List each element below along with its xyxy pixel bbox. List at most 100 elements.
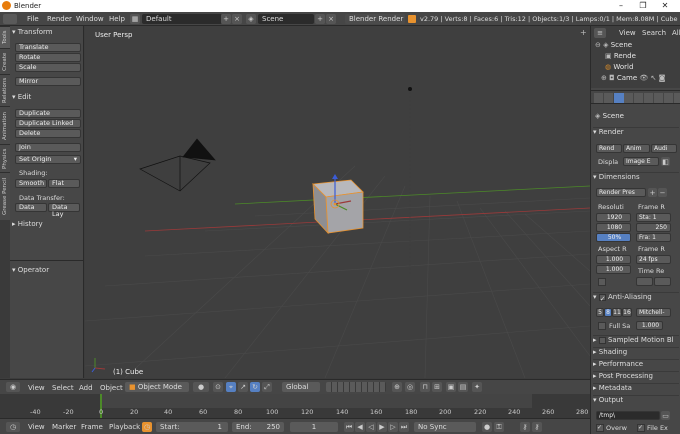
keying-set-icon[interactable]: ⚿ [494,422,504,432]
rotate-button[interactable]: Rotate [15,53,81,62]
cube-object[interactable] [312,174,364,235]
menu-file[interactable]: File [27,15,39,23]
render-engine-select[interactable]: Blender Render [345,14,405,24]
delete-key-icon[interactable]: ⚷ [532,422,542,432]
jump-start-icon[interactable]: ⏮ [344,422,354,432]
delete-button[interactable]: Delete [15,129,81,138]
pose-copy-icon[interactable]: ✦ [472,382,482,392]
property-context-tabs[interactable] [594,93,680,103]
tab-animation[interactable]: Animation [0,106,10,144]
snap-icon[interactable]: ⊓ [420,382,430,392]
mirror-button[interactable]: Mirror [15,77,81,86]
jump-key-forward-icon[interactable]: ▷ [388,422,398,432]
output-path-field[interactable]: /tmp\ [596,411,660,420]
scene-icon[interactable]: ◈ [246,14,256,24]
duplicate-button[interactable]: Duplicate [15,109,81,118]
motion-blur-checkbox[interactable] [598,336,606,344]
outliner-item-camera[interactable]: ⊕ ◘ Came 👁 ↖ ◙ [601,74,665,82]
scale-manip-icon[interactable]: ⤢ [262,382,272,392]
jump-end-icon[interactable]: ⏭ [399,422,409,432]
menu-frame[interactable]: Frame [81,423,103,431]
start-frame-field[interactable]: Start: 1 [156,422,228,432]
frame-start-field[interactable]: Sta: 1 [636,213,671,222]
menu-playback[interactable]: Playback [109,423,140,431]
delete-screen-icon[interactable]: × [232,14,242,24]
resolution-percent-field[interactable]: 50% [596,233,631,242]
aspect-y-field[interactable]: 1.000 [596,265,631,274]
rotate-manip-icon[interactable]: ↻ [250,382,260,392]
outliner-item-world[interactable]: ◍ World [605,63,633,71]
add-screen-icon[interactable]: + [221,14,231,24]
set-origin-select[interactable]: Set Origin ▾ [15,155,81,164]
opengl-anim-icon[interactable]: ▤ [458,382,468,392]
tab-grease-pencil[interactable]: Grease Pencil [0,172,10,220]
editor-type-3d-icon[interactable]: ◉ [6,382,20,392]
editor-type-icon[interactable] [3,14,17,24]
outliner-menu-search[interactable]: Search [642,29,666,37]
editor-type-timeline-icon[interactable]: ◷ [6,422,20,432]
remove-preset-icon[interactable]: − [658,188,667,197]
display-select[interactable]: Image E [623,157,659,166]
history-panel-header[interactable]: ▸ History [12,220,82,230]
menu-view-timeline[interactable]: View [28,423,45,431]
manipulator-icon[interactable]: ⌖ [226,382,236,392]
play-reverse-icon[interactable]: ◁ [366,422,376,432]
aa-samples-5[interactable]: 5 [596,308,604,317]
audio-button[interactable]: Audi [651,144,677,153]
menu-object[interactable]: Object [100,384,123,392]
sampled-motion-blur-section[interactable]: ▸ Sampled Motion Bl [593,335,679,346]
tab-relations[interactable]: Relations [0,74,10,106]
metadata-section[interactable]: ▸ Metadata [593,383,679,394]
fps-select[interactable]: 24 fps [636,255,671,264]
tab-create[interactable]: Create [0,48,10,74]
performance-section[interactable]: ▸ Performance [593,359,679,370]
add-region-icon[interactable]: + [580,28,588,37]
menu-window[interactable]: Window [76,15,104,23]
timeline-editor[interactable]: -40 -20 0 20 40 60 80 100 120 140 160 18… [0,394,590,418]
scale-button[interactable]: Scale [15,63,81,72]
anti-aliasing-checkbox[interactable]: ✓ [598,293,606,303]
shading-section[interactable]: ▸ Shading [593,347,679,358]
overwrite-checkbox[interactable]: ✓ [596,424,604,432]
filter-size-field[interactable]: 1.000 [636,321,663,330]
aa-samples-16[interactable]: 16 [622,308,632,317]
proportional-edit-icon[interactable]: ◎ [405,382,415,392]
aspect-x-field[interactable]: 1.000 [596,255,631,264]
mode-select[interactable]: ■ Object Mode [125,382,189,392]
close-button[interactable]: ✕ [654,0,676,12]
aa-samples-11[interactable]: 11 [612,308,622,317]
editor-type-outliner-icon[interactable]: ≡ [594,28,606,38]
flat-button[interactable]: Flat [48,179,80,188]
end-frame-field[interactable]: End: 250 [232,422,284,432]
translate-manip-icon[interactable]: ↗ [238,382,248,392]
join-button[interactable]: Join [15,143,81,152]
outliner-menu-all[interactable]: All [672,29,680,37]
data-button[interactable]: Data [15,203,47,212]
aa-filter-select[interactable]: Mitchell- [636,308,671,317]
operator-panel-header[interactable]: ▾ Operator [12,266,82,276]
pivot-icon[interactable]: ⊙ [213,382,223,392]
preview-range-icon[interactable]: ◷ [142,422,152,432]
tab-physics[interactable]: Physics [0,144,10,172]
current-frame-field[interactable]: 1 [290,422,338,432]
minimize-button[interactable]: – [610,0,632,12]
menu-select[interactable]: Select [52,384,74,392]
shading-mode-icon[interactable]: ● [193,382,209,392]
tab-tools[interactable]: Tools [0,26,10,48]
lock-interface-icon[interactable]: ◧ [661,157,670,166]
record-icon[interactable]: ● [482,422,492,432]
menu-render[interactable]: Render [47,15,72,23]
insert-key-icon[interactable]: ⚷ [520,422,530,432]
duplicate-linked-button[interactable]: Duplicate Linked [15,119,81,128]
menu-view[interactable]: View [28,384,45,392]
scene-context-tab[interactable] [614,93,624,103]
play-icon[interactable]: ▶ [377,422,387,432]
full-sample-checkbox[interactable] [598,322,606,330]
menu-add[interactable]: Add [79,384,93,392]
translate-button[interactable]: Translate [15,43,81,52]
render-section-header[interactable]: ▾ Render [593,127,679,138]
delete-scene-icon[interactable]: × [326,14,336,24]
frame-end-field[interactable]: 250 [636,223,671,232]
lamp-object[interactable] [408,87,412,276]
dimensions-section-header[interactable]: ▾ Dimensions [593,172,679,183]
